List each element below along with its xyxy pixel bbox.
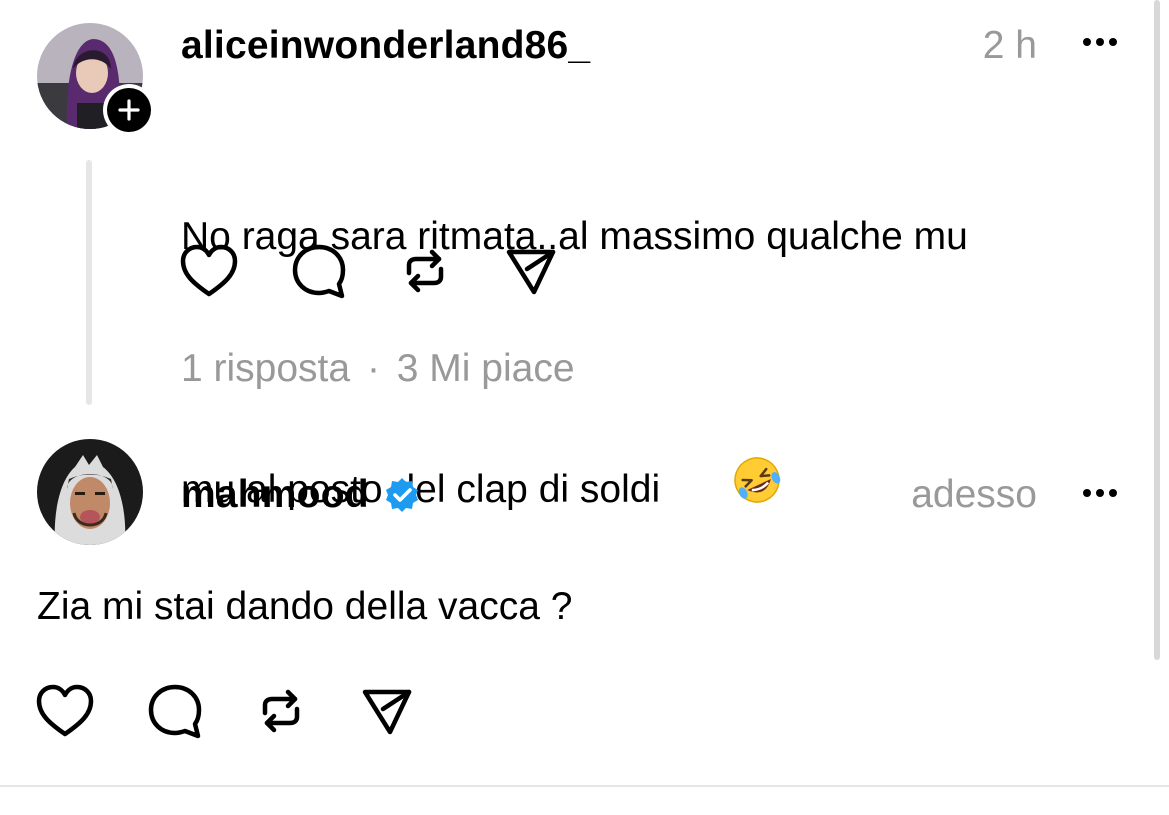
verified-badge-icon — [383, 476, 421, 514]
reply-button[interactable] — [288, 240, 350, 302]
timestamp: 2 h — [982, 24, 1037, 67]
repost-button[interactable] — [250, 680, 312, 742]
repost-icon — [406, 249, 444, 293]
comment-bubble-icon — [292, 244, 346, 299]
rolling-on-floor-laughing-icon — [666, 392, 783, 587]
username[interactable]: aliceinwonderland86_ — [181, 26, 590, 65]
heart-icon — [180, 244, 238, 297]
divider — [0, 785, 1169, 787]
repost-button[interactable] — [394, 240, 456, 302]
heart-icon — [36, 684, 94, 737]
username-row: mahmood — [181, 475, 421, 514]
action-bar — [178, 240, 562, 302]
more-dots-icon[interactable] — [1083, 489, 1117, 497]
replies-count-link[interactable]: 1 risposta — [181, 347, 350, 390]
username[interactable]: mahmood — [181, 475, 369, 514]
comment-stats: 1 risposta · 3 Mi piace — [181, 347, 575, 391]
share-button[interactable] — [500, 240, 562, 302]
comment-text: Zia mi stai dando della vacca ? — [37, 585, 573, 628]
likes-count-link[interactable]: 3 Mi piace — [397, 347, 575, 390]
stats-separator: · — [366, 347, 380, 390]
send-icon — [506, 249, 556, 295]
like-button[interactable] — [178, 240, 240, 302]
action-bar — [34, 680, 418, 742]
follow-button[interactable] — [103, 84, 155, 136]
like-button[interactable] — [34, 680, 96, 742]
share-button[interactable] — [356, 680, 418, 742]
plus-icon — [118, 99, 140, 121]
avatar-mahmood[interactable] — [37, 439, 143, 545]
thread-line — [86, 160, 92, 405]
send-icon — [362, 689, 412, 735]
scrollbar[interactable] — [1154, 0, 1160, 660]
reply-button[interactable] — [144, 680, 206, 742]
repost-icon — [262, 689, 300, 733]
more-dots-icon[interactable] — [1083, 38, 1117, 46]
timestamp: adesso — [911, 473, 1037, 516]
comment-bubble-icon — [148, 684, 202, 739]
